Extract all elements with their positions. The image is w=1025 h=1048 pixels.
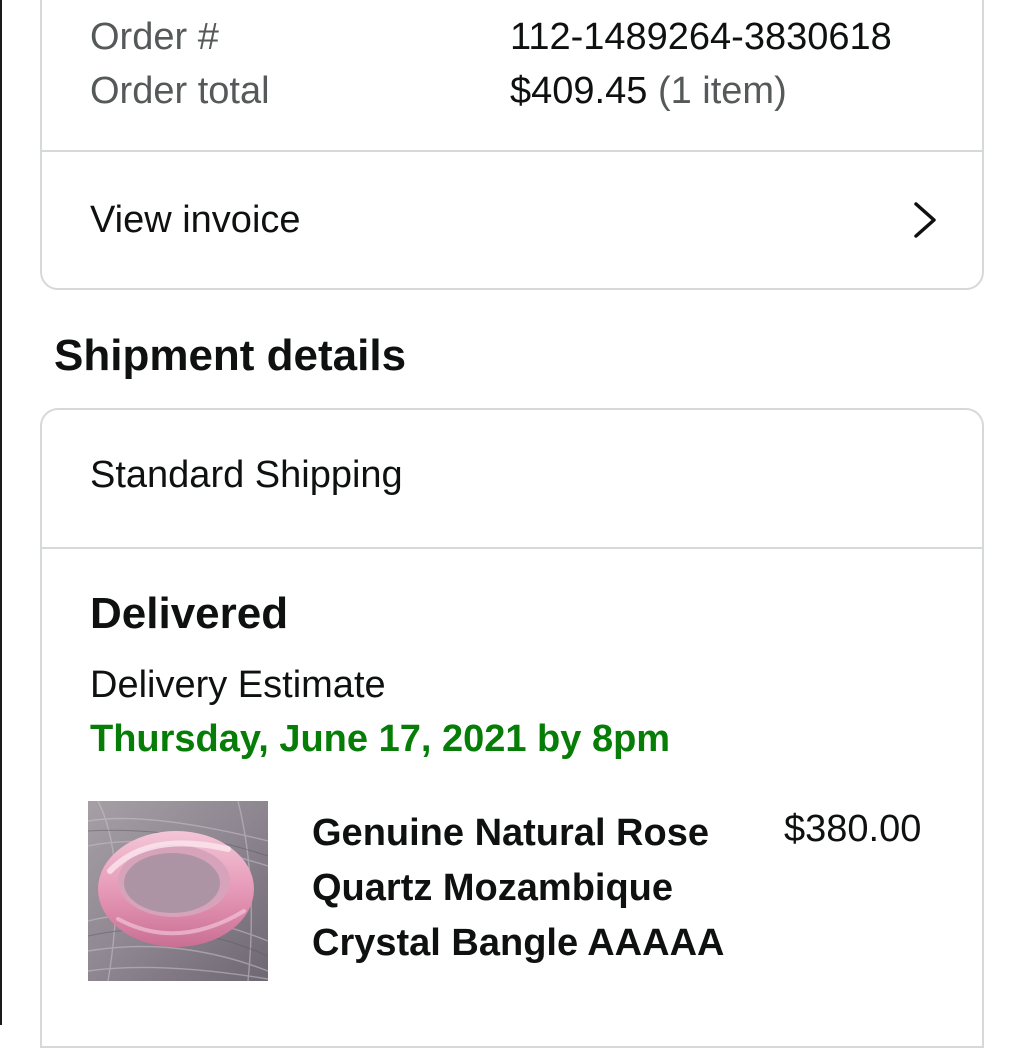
view-invoice-row[interactable]: View invoice: [42, 154, 982, 290]
screen-edge: [0, 0, 2, 1025]
shipping-method: Standard Shipping: [90, 454, 403, 496]
product-title-link[interactable]: Genuine Natural Rose Quartz Mozambique C…: [312, 806, 742, 971]
order-number-value: 112-1489264-3830618: [510, 16, 892, 58]
shipment-card: Standard Shipping Delivered Delivery Est…: [40, 408, 984, 1048]
order-card-divider: [42, 150, 982, 152]
order-total-value-group: $409.45 (1 item): [510, 68, 787, 114]
chevron-right-icon: [914, 202, 936, 238]
delivery-estimate-date: Thursday, June 17, 2021 by 8pm: [90, 718, 671, 760]
delivery-estimate-label: Delivery Estimate: [90, 664, 386, 706]
order-total-value: $409.45: [510, 70, 648, 112]
product-price: $380.00: [784, 808, 922, 850]
order-item-count: (1 item): [657, 70, 787, 112]
shipment-details-heading: Shipment details: [54, 331, 407, 380]
order-total-label: Order total: [90, 70, 270, 112]
order-number-row: Order # 112-1489264-3830618: [90, 14, 892, 60]
shipment-card-divider: [42, 547, 982, 549]
delivery-status: Delivered: [90, 589, 289, 638]
product-image[interactable]: [88, 801, 268, 981]
view-invoice-label: View invoice: [90, 199, 301, 241]
order-summary-card: Order # 112-1489264-3830618 Order total …: [40, 0, 984, 290]
order-number-label: Order #: [90, 16, 219, 58]
order-total-row: Order total $409.45 (1 item): [90, 68, 787, 114]
